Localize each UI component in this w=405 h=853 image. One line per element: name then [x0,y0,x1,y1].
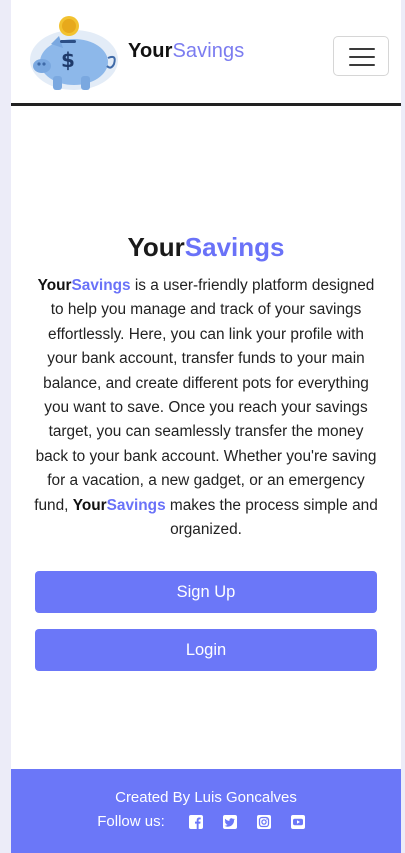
facebook-icon[interactable] [188,814,204,830]
inline-brand-savings: Savings [71,277,131,294]
page-container: $ YourSavings YourSavings YourSavings is… [11,0,401,853]
brand-part-savings: Savings [172,40,245,62]
footer: Created By Luis Goncalves Follow us: [11,769,401,853]
hamburger-menu-icon [349,48,375,50]
hero-title-savings: Savings [184,232,285,262]
sign-up-button[interactable]: Sign Up [35,571,377,613]
footer-created-by: Created By Luis Goncalves [115,789,297,806]
follow-us-label: Follow us: [97,813,165,830]
twitter-icon[interactable] [222,814,238,830]
login-button[interactable]: Login [35,629,377,671]
youtube-icon[interactable] [290,814,306,830]
instagram-icon[interactable] [256,814,272,830]
footer-follow-row: Follow us: [11,813,401,830]
hero-description: YourSavings is a user-friendly platform … [33,274,379,542]
inline-brand-your: Your [37,277,72,294]
menu-toggle-button[interactable] [333,36,389,76]
navbar: $ YourSavings [11,0,401,106]
brand-part-your: Your [128,40,173,62]
description-text-1: is a user-friendly platform designed to … [34,277,377,514]
description-text-2: makes the process simple and organized. [165,496,378,539]
hero-title-your: Your [127,232,185,262]
inline-brand-your-2: Your [72,496,107,514]
hamburger-line [349,56,375,58]
piggy-bank-logo-icon[interactable]: $ [27,14,127,94]
brand-logo-text[interactable]: YourSavings [128,40,244,63]
hero-title: YourSavings [11,232,401,263]
inline-brand-savings-2: Savings [106,496,166,514]
svg-text:$: $ [61,48,75,72]
hamburger-line [349,64,375,66]
